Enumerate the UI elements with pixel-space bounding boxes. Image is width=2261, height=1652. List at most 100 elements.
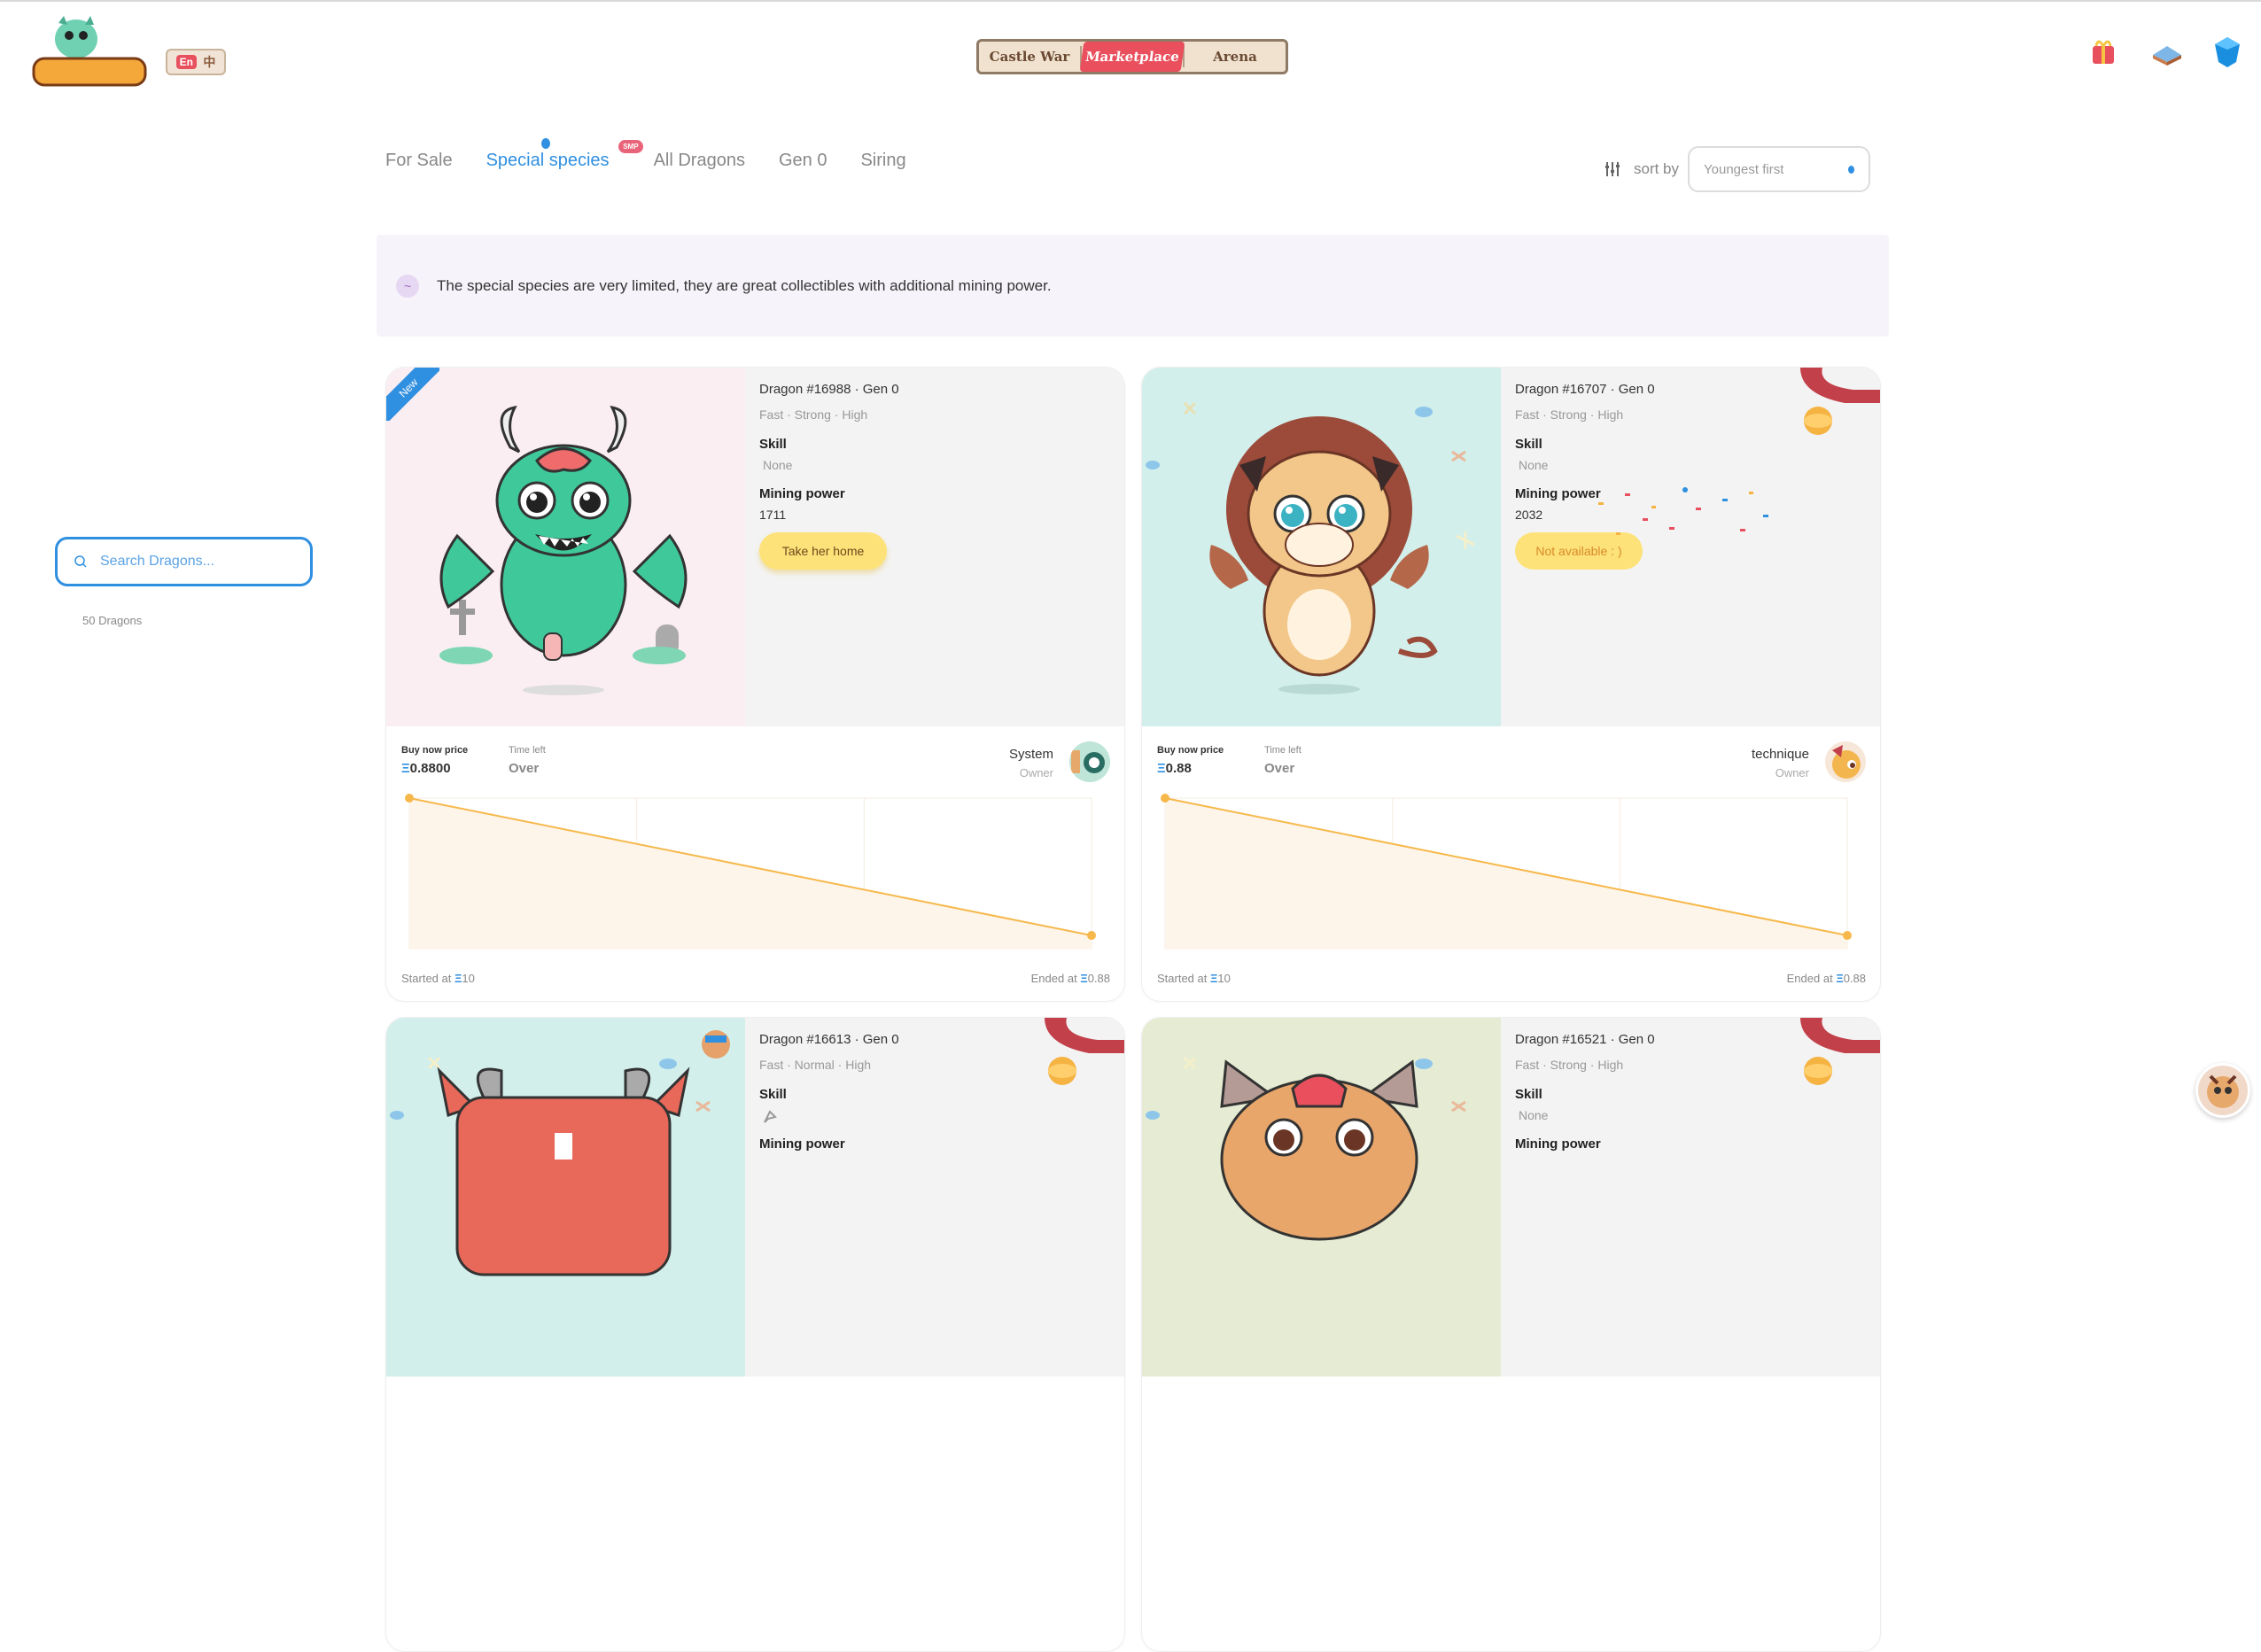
price-value: 0.8800 — [409, 761, 451, 776]
nav-marketplace[interactable]: Marketplace — [1079, 42, 1185, 72]
dragon-attributes: Fast · Strong · High — [1515, 1058, 1624, 1072]
tab-for-sale[interactable]: For Sale — [385, 151, 453, 171]
gem-icon[interactable] — [2210, 34, 2245, 69]
time-left-value: Over — [1264, 761, 1295, 776]
dragon-card[interactable]: Dragon #16521 · Gen 0 Fast · Strong · Hi… — [1141, 1017, 1881, 1652]
tab-label: All Dragons — [653, 151, 745, 170]
medal-icon — [1800, 368, 1880, 435]
take-her-home-button[interactable]: Take her home — [759, 532, 887, 570]
buy-now-label: Buy now price — [1157, 745, 1224, 756]
nav-arena[interactable]: Arena — [1185, 42, 1286, 72]
land-icon[interactable] — [2149, 34, 2185, 69]
mining-power-label: Mining power — [759, 1136, 845, 1152]
mining-power-label: Mining power — [1515, 486, 1601, 501]
owner-avatar[interactable] — [1069, 741, 1110, 782]
dragon-image[interactable] — [386, 1018, 745, 1377]
owner-label: Owner — [1019, 766, 1053, 779]
buy-now-price: Ξ0.8800 — [401, 761, 451, 776]
chart-area — [409, 798, 1092, 949]
started-label: Started at — [401, 972, 452, 985]
top-nav: Castle War Marketplace Arena — [976, 39, 1288, 74]
dragon-image[interactable] — [1142, 1018, 1501, 1377]
tab-siring[interactable]: Siring — [860, 151, 905, 171]
started-at: Started at Ξ10 — [401, 972, 475, 985]
skill-label: Skill — [1515, 437, 1542, 452]
info-banner: ~ The special species are very limited, … — [377, 235, 1889, 337]
skill-value: None — [763, 458, 793, 472]
search-box[interactable] — [55, 537, 313, 586]
start-price: 10 — [1217, 972, 1231, 985]
ended-label: Ended at — [1786, 972, 1833, 985]
eth-icon: Ξ — [401, 761, 410, 776]
eth-icon: Ξ — [1157, 761, 1166, 776]
price-chart — [1161, 794, 1852, 950]
price-chart — [405, 794, 1096, 950]
tab-bar: For Sale Special species SMP All Dragons… — [385, 138, 940, 171]
dragon-attributes: Fast · Normal · High — [759, 1058, 872, 1072]
dragon-image[interactable] — [1142, 368, 1501, 726]
sort-control: sort by Youngest first — [1604, 146, 1871, 192]
started-label: Started at — [1157, 972, 1208, 985]
dragon-title[interactable]: Dragon #16707 · Gen 0 — [1515, 382, 1655, 397]
medal-icon — [1045, 1018, 1124, 1085]
ended-at: Ended at Ξ0.88 — [1031, 972, 1110, 985]
dragon-title[interactable]: Dragon #16613 · Gen 0 — [759, 1032, 899, 1047]
tab-gen-0[interactable]: Gen 0 — [779, 151, 827, 171]
tab-label: Gen 0 — [778, 151, 827, 170]
filter-icon[interactable] — [1604, 160, 1621, 178]
select-indicator-icon — [1848, 165, 1855, 174]
tab-all-dragons[interactable]: All Dragons — [654, 151, 745, 171]
gift-icon[interactable] — [2086, 34, 2121, 69]
new-ribbon: New — [386, 368, 439, 421]
eth-icon: Ξ — [1836, 972, 1844, 985]
helper-avatar-button[interactable] — [2195, 1063, 2250, 1118]
dragon-info: Dragon #16613 · Gen 0 Fast · Normal · Hi… — [745, 1018, 1124, 1377]
mining-power-label: Mining power — [759, 486, 845, 501]
mining-power-value: 2032 — [1515, 508, 1543, 522]
owner-label: Owner — [1775, 766, 1809, 779]
dragon-card[interactable]: Dragon #16613 · Gen 0 Fast · Normal · Hi… — [385, 1017, 1125, 1652]
mining-power-label: Mining power — [1515, 1136, 1601, 1152]
ended-label: Ended at — [1030, 972, 1077, 985]
dragon-card[interactable]: New Dragon #16988 · Gen 0 Fast · Strong … — [385, 367, 1125, 1002]
dragon-title[interactable]: Dragon #16988 · Gen 0 — [759, 382, 899, 397]
time-left-label: Time left — [1264, 745, 1301, 756]
start-price: 10 — [462, 972, 475, 985]
sort-select[interactable]: Youngest first — [1688, 146, 1871, 192]
search-input[interactable] — [98, 553, 279, 570]
dragon-info: Dragon #16521 · Gen 0 Fast · Strong · Hi… — [1501, 1018, 1880, 1377]
owner-avatar[interactable] — [1825, 741, 1866, 782]
top-border — [0, 0, 2261, 2]
start-point — [1161, 794, 1169, 803]
medal-icon — [1800, 1018, 1880, 1085]
info-icon: ~ — [396, 274, 419, 298]
dragon-info: Dragon #16707 · Gen 0 Fast · Strong · Hi… — [1501, 368, 1880, 726]
dragon-attributes: Fast · Strong · High — [759, 407, 868, 422]
buy-now-price: Ξ0.88 — [1157, 761, 1192, 776]
tab-label: For Sale — [385, 151, 453, 170]
eth-icon: Ξ — [1080, 972, 1088, 985]
nav-castle-war[interactable]: Castle War — [979, 42, 1080, 72]
lang-en[interactable]: En — [175, 55, 197, 69]
skill-label: Skill — [1515, 1087, 1542, 1102]
lang-zh[interactable]: 中 — [203, 53, 215, 71]
start-point — [405, 794, 414, 803]
owner-name[interactable]: technique — [1752, 747, 1809, 762]
tab-special-species[interactable]: Special species SMP — [486, 138, 643, 171]
price-value: 0.88 — [1165, 761, 1192, 776]
owner-name[interactable]: System — [1009, 747, 1053, 762]
chart-area — [1165, 798, 1847, 949]
dragon-title[interactable]: Dragon #16521 · Gen 0 — [1515, 1032, 1655, 1047]
skill-label: Skill — [759, 1087, 787, 1102]
ended-at: Ended at Ξ0.88 — [1787, 972, 1866, 985]
dragon-image[interactable]: New — [386, 368, 745, 726]
skill-value: None — [1519, 1108, 1549, 1122]
skill-icon[interactable] — [761, 1108, 779, 1126]
info-text: The special species are very limited, th… — [437, 276, 1052, 294]
end-point — [1843, 931, 1852, 941]
logo[interactable] — [32, 12, 147, 89]
dragon-card[interactable]: Dragon #16707 · Gen 0 Fast · Strong · Hi… — [1141, 367, 1881, 1002]
dragon-count: 50 Dragons — [82, 614, 143, 627]
language-switcher[interactable]: En 中 — [166, 49, 226, 75]
buy-now-label: Buy now price — [401, 745, 469, 756]
